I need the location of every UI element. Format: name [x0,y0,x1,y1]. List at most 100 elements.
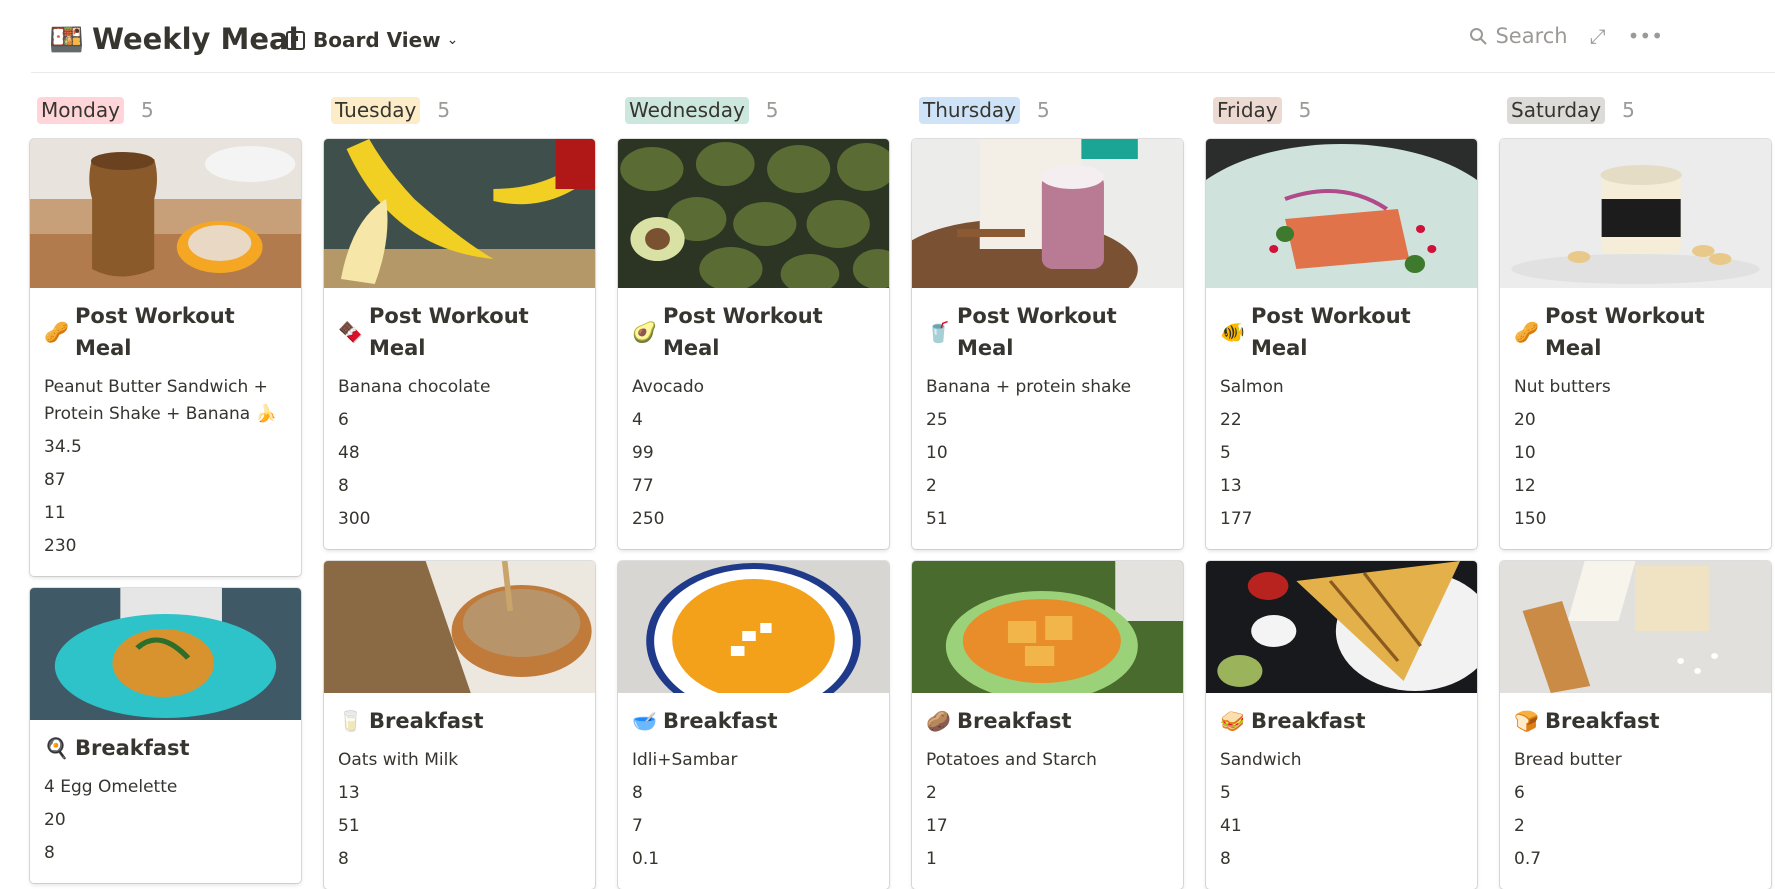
card-title: 🐠 Post Workout Meal [1220,300,1463,364]
card-numeric-property: 10 [926,443,948,463]
card-title: 🍫 Post Workout Meal [338,300,581,364]
column-count: 5 [1298,98,1312,122]
column-header[interactable]: Friday 5 [1206,88,1477,132]
column-header[interactable]: Tuesday 5 [324,88,595,132]
card-numeric-property: 6 [338,410,349,430]
column-header[interactable]: Monday 5 [30,88,301,132]
more-options-icon[interactable]: ••• [1628,24,1663,48]
card-numeric-property: 87 [44,470,66,490]
card-cover-image [912,561,1183,693]
board-column-monday: Monday 5 🥜 Post Workout Meal Peanut Butter … [30,88,301,883]
card-title-text: Breakfast [957,709,1072,733]
board-column-friday: Friday 5 🐠 Post Workout Meal Salmon 22 5 13 177… [1206,88,1477,889]
card-title-text: Post Workout Meal [75,304,235,360]
card-numeric-property: 25 [926,410,948,430]
card-numeric-property: 8 [338,849,349,869]
view-switcher[interactable]: Board View ⌄ [286,26,458,54]
column-header[interactable]: Wednesday 5 [618,88,889,132]
card-numeric-property: 7 [632,816,643,836]
card-title-text: Post Workout Meal [1251,304,1411,360]
card-numeric-property: 10 [1514,443,1536,463]
column-count: 5 [1622,98,1635,122]
card-title: 🥜 Post Workout Meal [44,300,287,364]
card-emoji-icon: 🥔 [926,709,951,733]
card-numeric-property: 51 [338,816,360,836]
view-label: Board View [313,28,441,52]
card-title-text: Breakfast [1251,709,1366,733]
card-numeric-property: 5 [1220,443,1231,463]
card-numeric-property: 51 [926,509,948,529]
card-numeric-property: 11 [44,503,66,523]
card-numeric-property: 0.1 [632,849,660,869]
card-title-text: Breakfast [369,709,484,733]
card-numeric-property: 8 [632,783,643,803]
board-column-thursday: Thursday 5 🥤 Post Workout Meal Banana + pro… [912,88,1183,889]
board-card[interactable]: 🍞 Breakfast Bread butter 6 2 0.7 [1500,561,1771,889]
card-food-property: Sandwich [1220,750,1302,770]
card-emoji-icon: 🥜 [1514,320,1539,344]
column-count: 5 [140,98,154,122]
column-tag: Tuesday [331,96,421,124]
board-column-saturday: Saturday 5 🥜 Post Workout Meal Nut butters 2… [1500,88,1771,889]
page-title[interactable]: Weekly Meal [92,18,299,60]
card-emoji-icon: 🥪 [1220,709,1245,733]
board-card[interactable]: 🥜 Post Workout Meal Peanut Butter Sandwich… [30,139,301,576]
card-title: 🍞 Breakfast [1514,705,1757,737]
card-emoji-icon: 🥑 [632,320,657,344]
board-card[interactable]: 🍳 Breakfast 4 Egg Omelette 20 8 [30,588,301,883]
card-numeric-property: 2 [1514,816,1525,836]
card-title-text: Post Workout Meal [1545,304,1705,360]
card-cover-image [30,588,301,720]
card-numeric-property: 300 [338,509,371,529]
card-food-property: Bread butter [1514,750,1622,770]
page-icon[interactable]: 🍱 [49,24,84,56]
board-card[interactable]: 🥪 Breakfast Sandwich 5 41 8 [1206,561,1477,889]
card-title-text: Breakfast [1545,709,1660,733]
card-cover-image [912,139,1183,288]
card-numeric-property: 20 [44,810,66,830]
card-emoji-icon: 🍫 [338,320,363,344]
card-cover-image [1500,561,1771,693]
board-card[interactable]: 🍫 Post Workout Meal Banana chocolate 6 48 8 30… [324,139,595,549]
column-count: 5 [765,98,779,122]
card-emoji-icon: 🐠 [1220,320,1245,344]
card-numeric-property: 22 [1220,410,1242,430]
card-numeric-property: 230 [44,536,77,556]
column-tag: Thursday [919,96,1020,124]
board-column-tuesday: Tuesday 5 🍫 Post Workout Meal Banana chocol… [324,88,595,889]
card-cover-image [618,561,889,693]
board-card[interactable]: 🥜 Post Workout Meal Nut butters 20 10 12 150 [1500,139,1771,549]
search-icon [1470,28,1487,45]
card-numeric-property: 12 [1514,476,1536,496]
column-header[interactable]: Thursday 5 [912,88,1183,132]
column-header[interactable]: Saturday 5 [1500,88,1771,132]
expand-icon[interactable]: ⤢ [1590,24,1606,48]
card-title-text: Post Workout Meal [369,304,529,360]
search-label: Search [1495,24,1568,48]
card-cover-image [30,139,301,288]
card-numeric-property: 1 [926,849,937,869]
card-title: 🍳 Breakfast [44,732,287,764]
card-cover-image [618,139,889,288]
card-title: 🥜 Post Workout Meal [1514,300,1757,364]
card-food-property: Banana chocolate [338,377,491,397]
board-card[interactable]: 🥔 Breakfast Potatoes and Starch 2 17 1 [912,561,1183,889]
card-food-property: Banana + protein shake [926,377,1132,397]
search-button[interactable]: Search [1469,24,1568,48]
board-card[interactable]: 🥑 Post Workout Meal Avocado 4 99 77 250 [618,139,889,549]
board-card[interactable]: 🥛 Breakfast Oats with Milk 13 51 8 [324,561,595,889]
card-numeric-property: 0.7 [1514,849,1542,869]
board-card[interactable]: 🥣 Breakfast Idli+Sambar 8 7 0.1 [618,561,889,889]
card-numeric-property: 4 [632,410,643,430]
board-card[interactable]: 🥤 Post Workout Meal Banana + protein shake… [912,139,1183,549]
card-numeric-property: 17 [926,816,948,836]
card-title-text: Post Workout Meal [957,304,1117,360]
column-count: 5 [1037,98,1050,122]
card-title: 🥣 Breakfast [632,705,875,737]
card-emoji-icon: 🥜 [44,320,69,344]
board-card[interactable]: 🐠 Post Workout Meal Salmon 22 5 13 177 [1206,139,1477,549]
card-emoji-icon: 🥣 [632,709,657,733]
card-numeric-property: 13 [1220,476,1242,496]
top-bar: 🍱 Weekly Meal Board View ⌄ Search ⤢ ••• [31,0,1775,73]
card-numeric-property: 48 [338,443,360,463]
